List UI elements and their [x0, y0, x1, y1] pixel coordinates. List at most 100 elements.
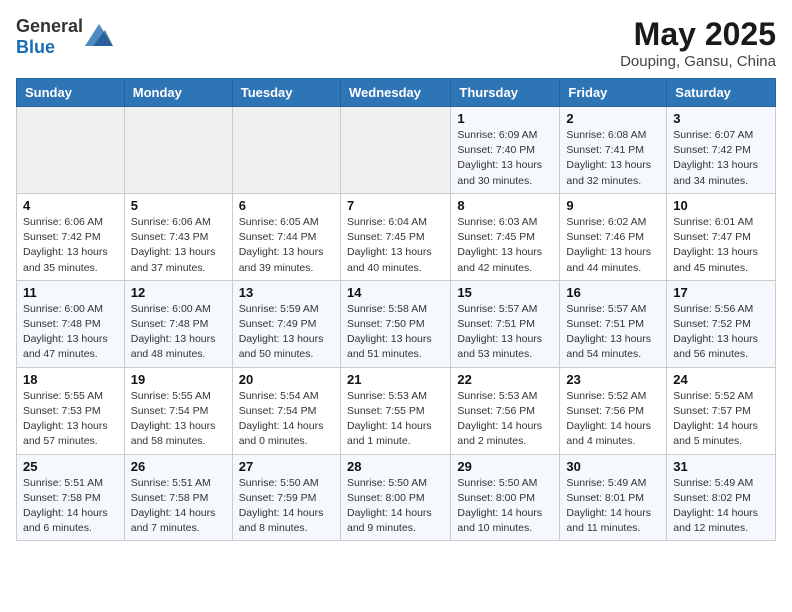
calendar-cell: 30 Sunrise: 5:49 AM Sunset: 8:01 PM Dayli… [560, 454, 667, 541]
calendar-cell: 11Sunrise: 6:00 AM Sunset: 7:48 PM Dayli… [17, 280, 125, 367]
calendar-cell [232, 107, 340, 194]
calendar-cell: 29 Sunrise: 5:50 AM Sunset: 8:00 PM Dayli… [451, 454, 560, 541]
calendar-cell: 28 Sunrise: 5:50 AM Sunset: 8:00 PM Dayli… [340, 454, 450, 541]
page-header: General Blue May 2025 Douping, Gansu, Ch… [16, 16, 776, 70]
weekday-header: Wednesday [340, 79, 450, 107]
calendar-cell: 14 Sunrise: 5:58 AM Sunset: 7:50 PM Dayli… [340, 280, 450, 367]
day-detail: Sunrise: 5:50 AM Sunset: 8:00 PM Dayligh… [457, 476, 553, 537]
day-number: 2 [566, 111, 660, 126]
calendar-cell [340, 107, 450, 194]
calendar-cell: 26 Sunrise: 5:51 AM Sunset: 7:58 PM Dayli… [124, 454, 232, 541]
calendar-cell: 5 Sunrise: 6:06 AM Sunset: 7:43 PM Daylig… [124, 193, 232, 280]
calendar-cell: 9 Sunrise: 6:02 AM Sunset: 7:46 PM Daylig… [560, 193, 667, 280]
calendar-week-row: 25 Sunrise: 5:51 AM Sunset: 7:58 PM Dayli… [17, 454, 776, 541]
day-detail: Sunrise: 5:58 AM Sunset: 7:50 PM Dayligh… [347, 302, 444, 363]
logo: General Blue [16, 16, 113, 58]
day-number: 9 [566, 198, 660, 213]
calendar-cell: 1 Sunrise: 6:09 AM Sunset: 7:40 PM Daylig… [451, 107, 560, 194]
weekday-header: Sunday [17, 79, 125, 107]
month-title: May 2025 [620, 16, 776, 53]
day-detail: Sunrise: 6:05 AM Sunset: 7:44 PM Dayligh… [239, 215, 334, 276]
day-detail: Sunrise: 5:57 AM Sunset: 7:51 PM Dayligh… [457, 302, 553, 363]
day-number: 27 [239, 459, 334, 474]
day-number: 12 [131, 285, 226, 300]
day-detail: Sunrise: 6:04 AM Sunset: 7:45 PM Dayligh… [347, 215, 444, 276]
day-number: 30 [566, 459, 660, 474]
day-number: 7 [347, 198, 444, 213]
day-number: 6 [239, 198, 334, 213]
day-detail: Sunrise: 5:51 AM Sunset: 7:58 PM Dayligh… [23, 476, 118, 537]
day-number: 29 [457, 459, 553, 474]
day-number: 26 [131, 459, 226, 474]
weekday-header: Tuesday [232, 79, 340, 107]
calendar-cell: 22Sunrise: 5:53 AM Sunset: 7:56 PM Dayli… [451, 367, 560, 454]
day-number: 24 [673, 372, 769, 387]
day-number: 17 [673, 285, 769, 300]
day-number: 1 [457, 111, 553, 126]
day-detail: Sunrise: 5:56 AM Sunset: 7:52 PM Dayligh… [673, 302, 769, 363]
day-detail: Sunrise: 5:50 AM Sunset: 8:00 PM Dayligh… [347, 476, 444, 537]
calendar-cell: 7 Sunrise: 6:04 AM Sunset: 7:45 PM Daylig… [340, 193, 450, 280]
day-detail: Sunrise: 6:09 AM Sunset: 7:40 PM Dayligh… [457, 128, 553, 189]
logo-icon [85, 24, 113, 46]
calendar-header-row: SundayMondayTuesdayWednesdayThursdayFrid… [17, 79, 776, 107]
day-number: 31 [673, 459, 769, 474]
calendar-cell: 8Sunrise: 6:03 AM Sunset: 7:45 PM Daylig… [451, 193, 560, 280]
calendar-cell: 15Sunrise: 5:57 AM Sunset: 7:51 PM Dayli… [451, 280, 560, 367]
calendar-cell [17, 107, 125, 194]
calendar-cell: 6 Sunrise: 6:05 AM Sunset: 7:44 PM Daylig… [232, 193, 340, 280]
weekday-header: Friday [560, 79, 667, 107]
day-detail: Sunrise: 6:00 AM Sunset: 7:48 PM Dayligh… [131, 302, 226, 363]
day-detail: Sunrise: 5:50 AM Sunset: 7:59 PM Dayligh… [239, 476, 334, 537]
day-number: 25 [23, 459, 118, 474]
day-detail: Sunrise: 5:55 AM Sunset: 7:53 PM Dayligh… [23, 389, 118, 450]
day-number: 10 [673, 198, 769, 213]
day-number: 4 [23, 198, 118, 213]
day-detail: Sunrise: 5:51 AM Sunset: 7:58 PM Dayligh… [131, 476, 226, 537]
day-detail: Sunrise: 5:52 AM Sunset: 7:57 PM Dayligh… [673, 389, 769, 450]
day-detail: Sunrise: 6:02 AM Sunset: 7:46 PM Dayligh… [566, 215, 660, 276]
calendar-cell: 31 Sunrise: 5:49 AM Sunset: 8:02 PM Dayli… [667, 454, 776, 541]
day-number: 28 [347, 459, 444, 474]
weekday-header: Monday [124, 79, 232, 107]
calendar-cell: 4 Sunrise: 6:06 AM Sunset: 7:42 PM Daylig… [17, 193, 125, 280]
calendar-cell: 24 Sunrise: 5:52 AM Sunset: 7:57 PM Dayli… [667, 367, 776, 454]
day-number: 20 [239, 372, 334, 387]
day-number: 21 [347, 372, 444, 387]
calendar-cell: 19Sunrise: 5:55 AM Sunset: 7:54 PM Dayli… [124, 367, 232, 454]
calendar-cell: 18 Sunrise: 5:55 AM Sunset: 7:53 PM Dayli… [17, 367, 125, 454]
day-number: 18 [23, 372, 118, 387]
day-number: 3 [673, 111, 769, 126]
calendar-week-row: 4 Sunrise: 6:06 AM Sunset: 7:42 PM Daylig… [17, 193, 776, 280]
calendar-cell: 25 Sunrise: 5:51 AM Sunset: 7:58 PM Dayli… [17, 454, 125, 541]
day-detail: Sunrise: 5:49 AM Sunset: 8:01 PM Dayligh… [566, 476, 660, 537]
day-detail: Sunrise: 6:08 AM Sunset: 7:41 PM Dayligh… [566, 128, 660, 189]
day-detail: Sunrise: 6:07 AM Sunset: 7:42 PM Dayligh… [673, 128, 769, 189]
calendar-cell: 20 Sunrise: 5:54 AM Sunset: 7:54 PM Dayli… [232, 367, 340, 454]
calendar-cell: 27 Sunrise: 5:50 AM Sunset: 7:59 PM Dayli… [232, 454, 340, 541]
day-detail: Sunrise: 5:49 AM Sunset: 8:02 PM Dayligh… [673, 476, 769, 537]
day-detail: Sunrise: 5:52 AM Sunset: 7:56 PM Dayligh… [566, 389, 660, 450]
day-detail: Sunrise: 5:53 AM Sunset: 7:55 PM Dayligh… [347, 389, 444, 450]
title-block: May 2025 Douping, Gansu, China [620, 16, 776, 70]
day-detail: Sunrise: 6:06 AM Sunset: 7:43 PM Dayligh… [131, 215, 226, 276]
calendar-cell [124, 107, 232, 194]
day-number: 5 [131, 198, 226, 213]
day-number: 14 [347, 285, 444, 300]
day-detail: Sunrise: 6:06 AM Sunset: 7:42 PM Dayligh… [23, 215, 118, 276]
logo-blue: Blue [16, 37, 55, 57]
day-detail: Sunrise: 5:55 AM Sunset: 7:54 PM Dayligh… [131, 389, 226, 450]
day-number: 16 [566, 285, 660, 300]
logo-general: General [16, 16, 83, 36]
weekday-header: Saturday [667, 79, 776, 107]
day-detail: Sunrise: 6:03 AM Sunset: 7:45 PM Dayligh… [457, 215, 553, 276]
calendar-cell: 2 Sunrise: 6:08 AM Sunset: 7:41 PM Daylig… [560, 107, 667, 194]
calendar-cell: 13Sunrise: 5:59 AM Sunset: 7:49 PM Dayli… [232, 280, 340, 367]
location-title: Douping, Gansu, China [620, 53, 776, 70]
day-detail: Sunrise: 5:54 AM Sunset: 7:54 PM Dayligh… [239, 389, 334, 450]
day-detail: Sunrise: 5:59 AM Sunset: 7:49 PM Dayligh… [239, 302, 334, 363]
calendar-cell: 17 Sunrise: 5:56 AM Sunset: 7:52 PM Dayli… [667, 280, 776, 367]
day-number: 11 [23, 285, 118, 300]
day-detail: Sunrise: 5:53 AM Sunset: 7:56 PM Dayligh… [457, 389, 553, 450]
calendar-cell: 12 Sunrise: 6:00 AM Sunset: 7:48 PM Dayli… [124, 280, 232, 367]
